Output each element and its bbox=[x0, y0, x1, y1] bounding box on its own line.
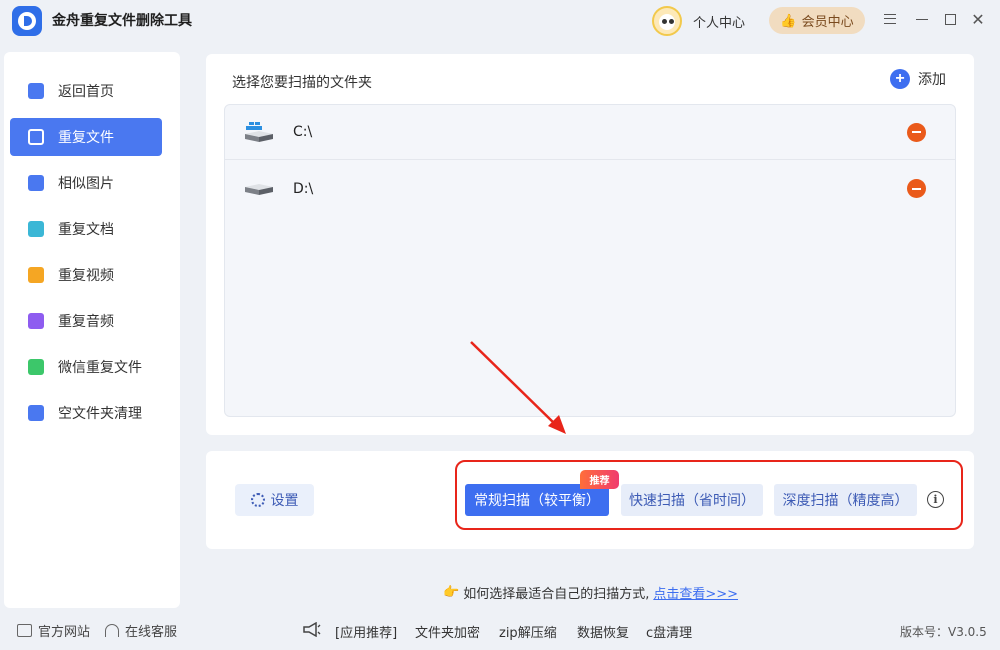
remove-folder-button[interactable] bbox=[907, 179, 926, 198]
version-label: 版本号：V3.0.5 bbox=[900, 625, 987, 639]
recommend-badge: 推荐 bbox=[580, 470, 619, 489]
hint-link[interactable]: 点击查看>>> bbox=[653, 583, 738, 602]
wechat-icon bbox=[28, 359, 44, 375]
sidebar-item-label: 重复文档 bbox=[58, 222, 114, 238]
official-site-link[interactable]: 官方网站 bbox=[17, 621, 90, 640]
document-icon bbox=[28, 221, 44, 237]
plus-icon: + bbox=[890, 69, 910, 89]
audio-icon bbox=[28, 313, 44, 329]
personal-center-link[interactable]: 个人中心 bbox=[693, 12, 745, 31]
sidebar-item-7[interactable]: 空文件夹清理 bbox=[10, 394, 162, 432]
sidebar-item-1[interactable]: 重复文件 bbox=[10, 118, 162, 156]
fast-scan-button[interactable]: 快速扫描（省时间） bbox=[621, 484, 763, 516]
app-recommend-label: [应用推荐] bbox=[335, 626, 398, 641]
minimize-icon[interactable] bbox=[912, 9, 932, 29]
app-logo-icon bbox=[12, 6, 42, 36]
megaphone-icon bbox=[303, 622, 321, 637]
folder-path: D:\ bbox=[293, 180, 314, 197]
maximize-icon[interactable] bbox=[940, 9, 960, 29]
folder-row[interactable]: D:\ bbox=[225, 161, 955, 216]
add-folder-button[interactable]: + 添加 bbox=[890, 69, 946, 89]
menu-icon[interactable] bbox=[880, 9, 900, 29]
add-folder-label: 添加 bbox=[918, 71, 946, 87]
folder-icon bbox=[28, 129, 44, 145]
video-icon bbox=[28, 267, 44, 283]
gear-icon bbox=[250, 493, 265, 507]
sidebar-item-label: 返回首页 bbox=[58, 84, 114, 100]
sidebar-item-label: 相似图片 bbox=[58, 176, 114, 192]
scan-hint: 👉 如何选择最适合自己的扫描方式, 点击查看>>> bbox=[443, 583, 738, 602]
thumb-up-icon: 👍 bbox=[780, 12, 797, 28]
official-site-label: 官方网站 bbox=[38, 625, 91, 640]
monitor-icon bbox=[17, 624, 32, 637]
footer-link-data-recovery[interactable]: 数据恢复 bbox=[577, 622, 629, 641]
title-bar: 金舟重复文件删除工具 个人中心 👍 会员中心 ✕ bbox=[0, 0, 1000, 40]
sidebar-item-label: 空文件夹清理 bbox=[58, 406, 142, 422]
home-icon bbox=[28, 83, 44, 99]
footer-link-c-drive-clean[interactable]: c盘清理 bbox=[646, 622, 692, 641]
hint-text: 如何选择最适合自己的扫描方式, bbox=[463, 587, 650, 602]
folder-row[interactable]: C:\ bbox=[225, 105, 955, 160]
sidebar-item-5[interactable]: 重复音频 bbox=[10, 302, 162, 340]
info-icon[interactable]: i bbox=[927, 491, 944, 508]
pointing-hand-icon: 👉 bbox=[443, 585, 460, 600]
avatar[interactable] bbox=[652, 6, 682, 36]
sidebar-item-label: 重复文件 bbox=[58, 130, 114, 146]
folder-heading: 选择您要扫描的文件夹 bbox=[232, 75, 372, 91]
sidebar-item-4[interactable]: 重复视频 bbox=[10, 256, 162, 294]
settings-button[interactable]: 设置 bbox=[235, 484, 314, 516]
sidebar-item-2[interactable]: 相似图片 bbox=[10, 164, 162, 202]
vip-center-button[interactable]: 👍 会员中心 bbox=[769, 7, 865, 34]
folder-path: C:\ bbox=[293, 124, 313, 140]
footer-link-folder-encrypt[interactable]: 文件夹加密 bbox=[415, 622, 480, 641]
image-icon bbox=[28, 175, 44, 191]
sidebar-item-label: 重复音频 bbox=[58, 314, 114, 330]
drive-icon bbox=[245, 183, 273, 195]
sidebar-item-0[interactable]: 返回首页 bbox=[10, 72, 162, 110]
settings-label: 设置 bbox=[270, 492, 299, 508]
sidebar-item-label: 微信重复文件 bbox=[58, 360, 142, 376]
sidebar-item-6[interactable]: 微信重复文件 bbox=[10, 348, 162, 386]
vip-center-label: 会员中心 bbox=[801, 14, 854, 29]
online-service-label: 在线客服 bbox=[125, 625, 178, 640]
sidebar-item-3[interactable]: 重复文档 bbox=[10, 210, 162, 248]
close-icon[interactable]: ✕ bbox=[968, 9, 988, 29]
deep-scan-button[interactable]: 深度扫描（精度高） bbox=[774, 484, 917, 516]
online-service-link[interactable]: 在线客服 bbox=[105, 621, 177, 640]
headset-icon bbox=[105, 624, 119, 637]
folder-list: C:\ D:\ bbox=[224, 104, 956, 417]
remove-folder-button[interactable] bbox=[907, 122, 926, 142]
sidebar-item-label: 重复视频 bbox=[58, 268, 114, 284]
footer-link-zip[interactable]: zip解压缩 bbox=[499, 622, 557, 641]
windows-drive-icon bbox=[245, 122, 273, 142]
app-title: 金舟重复文件删除工具 bbox=[52, 13, 192, 29]
empty-folder-icon bbox=[28, 405, 44, 421]
